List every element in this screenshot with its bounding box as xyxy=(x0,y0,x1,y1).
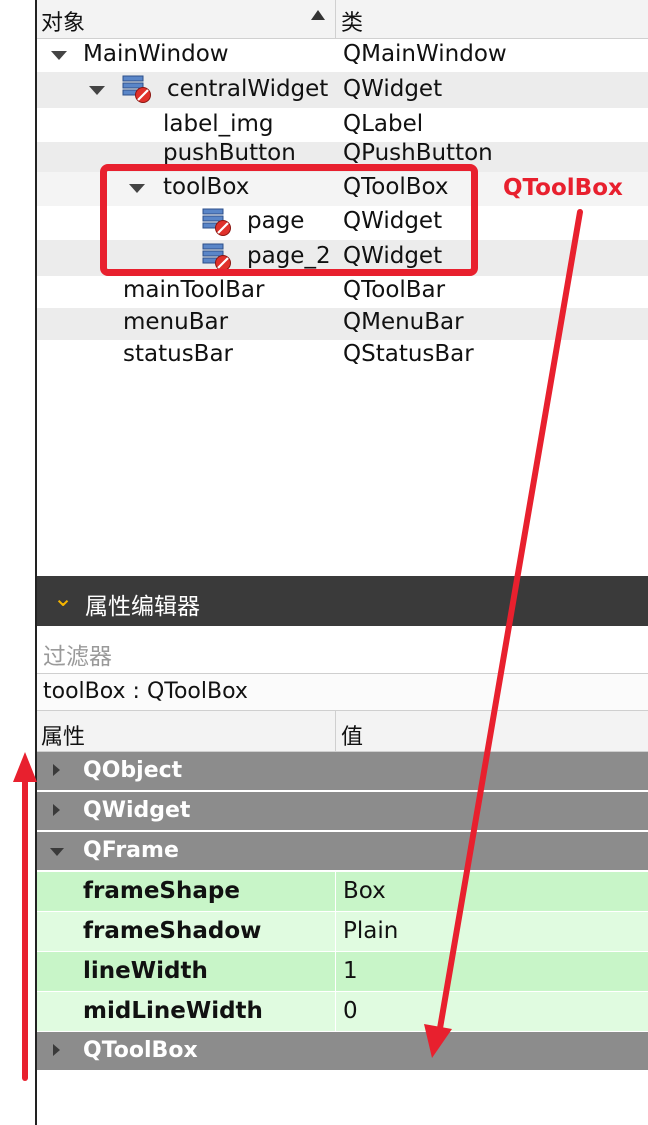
layout-broken-icon xyxy=(122,75,151,103)
tree-item-class: QLabel xyxy=(343,111,424,137)
property-value[interactable]: Plain xyxy=(343,918,398,944)
tree-item-name: MainWindow xyxy=(83,41,229,67)
tree-item-class: QToolBar xyxy=(343,277,446,303)
collapse-arrow-icon[interactable] xyxy=(50,848,64,856)
filter-placeholder: 过滤器 xyxy=(43,644,112,670)
property-editor-title-bar[interactable]: ⌄ 属性编辑器 xyxy=(37,576,648,626)
sort-ascending-icon[interactable] xyxy=(311,10,325,20)
tree-item-class: QStatusBar xyxy=(343,341,474,367)
tree-row-mainwindow[interactable]: MainWindow QMainWindow xyxy=(37,38,648,72)
property-value[interactable]: 1 xyxy=(343,958,358,984)
group-label: QToolBox xyxy=(83,1038,198,1063)
header-value[interactable]: 值 xyxy=(341,719,363,751)
group-qtoolbox[interactable]: QToolBox xyxy=(37,1032,648,1072)
tree-row-statusbar[interactable]: statusBar QStatusBar xyxy=(37,340,648,372)
tree-item-name: label_img xyxy=(163,111,274,137)
annotation-arrow-up xyxy=(13,752,37,1081)
group-qwidget[interactable]: QWidget xyxy=(37,792,648,832)
property-editor-title: 属性编辑器 xyxy=(85,594,200,620)
expand-arrow-icon[interactable] xyxy=(89,86,105,95)
tree-item-name: mainToolBar xyxy=(123,277,265,303)
selected-object-text: toolBox : QToolBox xyxy=(43,679,248,704)
expand-arrow-icon[interactable] xyxy=(51,51,67,60)
value-separator xyxy=(335,992,336,1031)
tree-row-maintoolbar[interactable]: mainToolBar QToolBar xyxy=(37,276,648,308)
tree-item-name: centralWidget xyxy=(167,76,329,102)
group-label: QObject xyxy=(83,758,183,783)
group-label: QWidget xyxy=(83,798,191,823)
expand-arrow-icon[interactable] xyxy=(53,804,60,816)
tree-item-class: QMainWindow xyxy=(343,41,507,67)
chevron-down-icon[interactable]: ⌄ xyxy=(53,584,73,612)
tree-item-name: menuBar xyxy=(123,309,229,335)
property-name: midLineWidth xyxy=(83,998,263,1024)
header-property[interactable]: 属性 xyxy=(41,719,85,751)
header-class[interactable]: 类 xyxy=(341,5,363,37)
property-row-frameshadow[interactable]: frameShadow Plain xyxy=(37,912,648,952)
property-value[interactable]: 0 xyxy=(343,998,358,1024)
object-inspector-header: 对象 类 xyxy=(37,0,648,39)
value-separator xyxy=(335,912,336,951)
group-label: QFrame xyxy=(83,838,179,863)
group-qobject[interactable]: QObject xyxy=(37,752,648,792)
header-object[interactable]: 对象 xyxy=(41,5,85,37)
tree-item-name: pushButton xyxy=(163,142,296,166)
group-qframe[interactable]: QFrame xyxy=(37,832,648,872)
expand-arrow-icon[interactable] xyxy=(53,1044,60,1056)
value-separator xyxy=(335,952,336,991)
property-row-frameshape[interactable]: frameShape Box xyxy=(37,872,648,912)
header-separator xyxy=(335,0,336,38)
tree-row-menubar[interactable]: menuBar QMenuBar xyxy=(37,308,648,340)
property-name: frameShadow xyxy=(83,918,262,944)
value-separator xyxy=(335,872,336,911)
tree-item-name: statusBar xyxy=(123,341,234,367)
selected-object-label: toolBox : QToolBox xyxy=(37,674,648,711)
tree-row-centralwidget[interactable]: centralWidget QWidget xyxy=(37,72,648,108)
annotation-highlight-box xyxy=(100,164,478,276)
property-name: frameShape xyxy=(83,878,240,904)
property-value[interactable]: Box xyxy=(343,878,386,904)
property-row-linewidth[interactable]: lineWidth 1 xyxy=(37,952,648,992)
filter-input[interactable]: 过滤器 xyxy=(37,627,648,674)
annotation-label: QToolBox xyxy=(503,175,623,201)
property-name: lineWidth xyxy=(83,958,208,984)
property-editor-empty-area xyxy=(37,1070,648,1125)
tree-item-class: QMenuBar xyxy=(343,309,464,335)
object-inspector-empty-area xyxy=(37,372,648,574)
property-row-midlinewidth[interactable]: midLineWidth 0 xyxy=(37,992,648,1032)
expand-arrow-icon[interactable] xyxy=(53,764,60,776)
tree-item-class: QPushButton xyxy=(343,142,493,166)
tree-row-label-img[interactable]: label_img QLabel xyxy=(37,108,648,142)
property-editor-header: 属性 值 xyxy=(37,711,648,752)
header-separator xyxy=(335,711,336,751)
tree-item-class: QWidget xyxy=(343,76,443,102)
